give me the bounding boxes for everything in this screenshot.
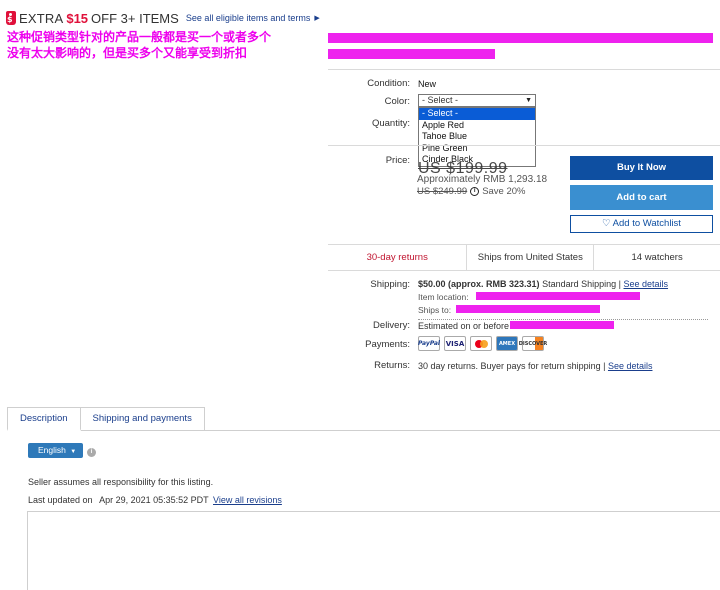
- mastercard-icon: [470, 336, 492, 351]
- payments-label: Payments:: [365, 339, 410, 350]
- save-percent: Save 20%: [482, 186, 526, 197]
- buy-it-now-button[interactable]: Buy It Now: [570, 156, 713, 180]
- returns-label: Returns:: [374, 360, 410, 371]
- annotation-line-2: 没有太大影响的，但是买多个又能享受到折扣: [7, 46, 248, 60]
- item-badges: 30-day returns Ships from United States …: [328, 244, 720, 271]
- triangle-right-icon[interactable]: ▶: [314, 14, 319, 22]
- quantity-label: Quantity:: [371, 118, 410, 129]
- returns-row: 30 day returns. Buyer pays for return sh…: [418, 361, 652, 371]
- shipping-cost: $50.00 (approx. RMB 323.31): [418, 279, 540, 289]
- redacted-title-2: [328, 49, 495, 59]
- redacted-delivery-date: [510, 321, 614, 329]
- info-icon[interactable]: i: [470, 187, 480, 196]
- color-label: Color:: [384, 96, 410, 107]
- color-options-list: - Select - Apple Red Tahoe Blue Pine Gre…: [418, 107, 536, 167]
- condition-value: New: [418, 79, 437, 89]
- visa-icon: VISA: [444, 336, 466, 351]
- shipping-method: Standard Shipping |: [542, 279, 621, 289]
- description-tabs: Description Shipping and payments: [7, 407, 720, 431]
- promo-suffix: OFF 3+ ITEMS: [91, 10, 179, 26]
- price-tag-icon: [6, 11, 16, 25]
- delivery-label: Delivery:: [373, 320, 410, 331]
- paypal-icon: PayPal: [418, 336, 440, 351]
- divider: [328, 145, 720, 146]
- redacted-title-1: [328, 33, 713, 43]
- delivery-text: Estimated on or before: [418, 321, 510, 331]
- shipping-label: Shipping:: [370, 279, 410, 290]
- promo-amount: $15: [66, 10, 89, 26]
- shipping-row: $50.00 (approx. RMB 323.31) Standard Shi…: [418, 279, 668, 289]
- discover-icon: DISCOVER: [519, 336, 547, 351]
- returns-badge: 30-day returns: [328, 245, 468, 270]
- language-button[interactable]: English ▼: [28, 443, 83, 458]
- divider: [328, 69, 720, 70]
- amex-icon: AMEX: [496, 336, 518, 351]
- view-revisions-link[interactable]: View all revisions: [213, 495, 282, 505]
- watchers-badge: 14 watchers: [631, 252, 683, 263]
- ships-from-badge: Ships from United States: [467, 245, 595, 270]
- tab-shipping-and-payments[interactable]: Shipping and payments: [80, 407, 205, 430]
- annotation-line-1: 这种促销类型针对的产品一般都是买一个或者多个: [7, 30, 272, 44]
- price-label: Price:: [385, 155, 410, 166]
- last-updated-row: Last updated on Apr 29, 2021 05:35:52 PD…: [28, 495, 282, 505]
- eligible-items-link[interactable]: See all eligible items and terms: [186, 13, 311, 23]
- color-option[interactable]: Tahoe Blue: [419, 131, 535, 143]
- was-price-row: US $249.99 i Save 20%: [417, 186, 526, 197]
- add-to-watchlist-button[interactable]: ♡ Add to Watchlist: [570, 215, 713, 233]
- color-select-value: - Select -: [422, 95, 459, 105]
- shipping-details-link[interactable]: See details: [624, 279, 669, 289]
- item-location-label: Item location:: [418, 292, 469, 302]
- redacted-ships-to: [456, 305, 600, 313]
- annotation-note: 这种促销类型针对的产品一般都是买一个或者多个 没有太大影响的，但是买多个又能享受…: [7, 29, 327, 61]
- updated-value: Apr 29, 2021 05:35:52 PDT: [99, 495, 209, 505]
- description-frame: [27, 511, 720, 590]
- ships-to-label: Ships to:: [418, 305, 452, 315]
- promo-prefix: EXTRA: [19, 10, 64, 26]
- returns-text: 30 day returns. Buyer pays for return sh…: [418, 361, 606, 371]
- payment-methods: PayPal VISA AMEX DISCOVER: [418, 336, 547, 351]
- dotted-divider: [418, 319, 708, 320]
- color-select[interactable]: - Select - ▼: [418, 94, 536, 107]
- seller-note: Seller assumes all responsibility for th…: [28, 477, 214, 487]
- caret-down-icon: ▼: [525, 97, 532, 104]
- color-option[interactable]: - Select -: [419, 108, 535, 120]
- color-option[interactable]: Apple Red: [419, 120, 535, 132]
- add-to-cart-button[interactable]: Add to cart: [570, 185, 713, 210]
- language-value: English: [38, 445, 66, 455]
- redacted-location: [476, 292, 640, 300]
- caret-down-icon: ▼: [70, 449, 77, 455]
- approx-price: Approximately RMB 1,293.18: [417, 174, 548, 185]
- tab-description[interactable]: Description: [7, 407, 81, 431]
- returns-details-link[interactable]: See details: [608, 361, 653, 371]
- promo-banner: EXTRA $15 OFF 3+ ITEMS See all eligible …: [6, 9, 320, 27]
- info-icon[interactable]: i: [87, 448, 96, 457]
- condition-label: Condition:: [367, 78, 410, 89]
- was-price: US $249.99: [417, 186, 468, 197]
- updated-label: Last updated on: [28, 495, 93, 505]
